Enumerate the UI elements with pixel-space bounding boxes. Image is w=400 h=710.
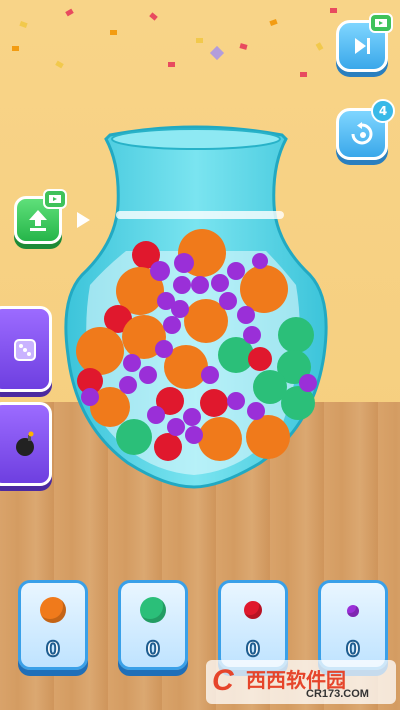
video-ad-icon xyxy=(43,189,67,209)
watermark-url: CR173.COM xyxy=(306,688,369,700)
collector-count: 0 xyxy=(345,636,361,662)
arrow-up-icon xyxy=(29,210,47,231)
ball-icon-red xyxy=(244,601,262,619)
collector-card-purple[interactable]: 0 xyxy=(318,580,388,670)
ball-icon-orange xyxy=(40,597,66,623)
pointer-arrow-icon xyxy=(77,212,90,228)
collector-count: 0 xyxy=(145,636,161,662)
collector-card-red[interactable]: 0 xyxy=(218,580,288,670)
undo-button[interactable]: 4 xyxy=(336,99,395,160)
water-line xyxy=(116,211,284,219)
dice-icon xyxy=(14,339,36,361)
dice-powerup-button[interactable] xyxy=(0,306,52,392)
collector-card-orange[interactable]: 0 xyxy=(18,580,88,670)
vase xyxy=(64,125,328,489)
ball-icon-purple xyxy=(347,605,359,617)
watermark: C 西西软件园 CR173.COM xyxy=(206,660,396,704)
skip-icon xyxy=(355,38,370,54)
skip-level-button[interactable] xyxy=(336,13,393,72)
bomb-icon xyxy=(16,431,34,456)
undo-icon xyxy=(351,122,373,145)
ball-icon-green xyxy=(140,597,166,623)
watermark-logo-glyph: C xyxy=(212,664,234,697)
bomb-powerup-button[interactable] xyxy=(0,402,52,486)
video-ad-icon xyxy=(369,13,393,33)
collector-card-green[interactable]: 0 xyxy=(118,580,188,670)
undo-count-badge: 4 xyxy=(371,99,395,123)
collector-count: 0 xyxy=(245,636,261,662)
collector-count: 0 xyxy=(45,636,61,662)
raise-water-button[interactable] xyxy=(14,189,67,244)
